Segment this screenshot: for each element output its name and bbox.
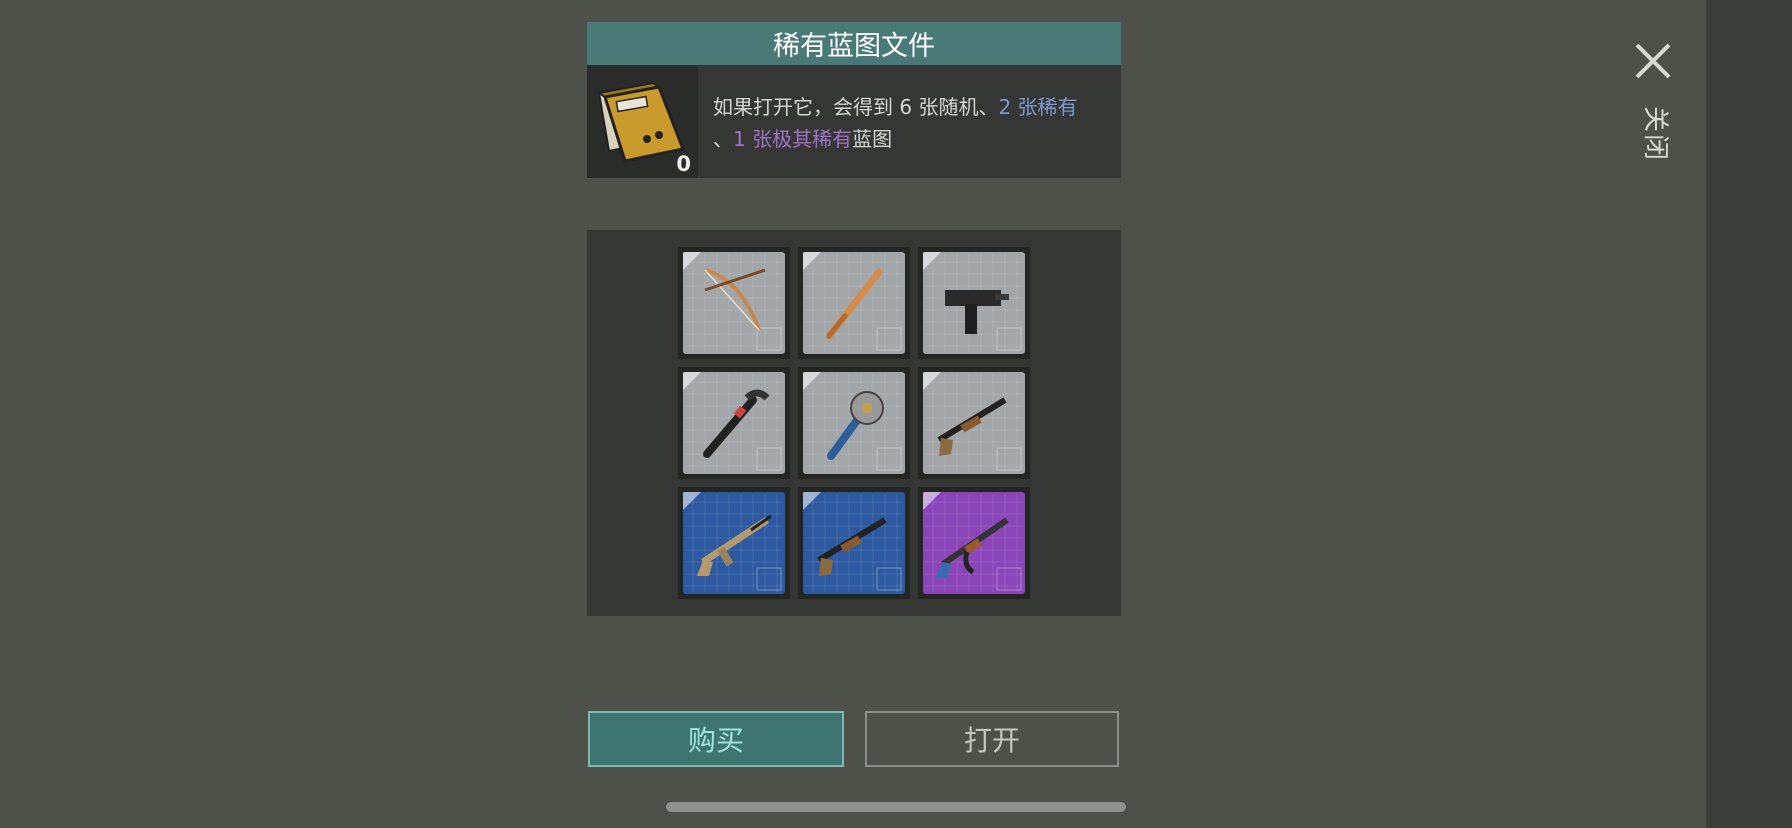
item-info-row: 0 如果打开它，会得到 6 张随机、2 张稀有、1 张极其稀有蓝图 (587, 65, 1121, 178)
item-count: 0 (676, 152, 691, 176)
blueprint-card[interactable] (798, 367, 910, 479)
desc-part2: 、 (713, 127, 733, 151)
blueprint-card[interactable] (918, 247, 1030, 359)
blueprint-card[interactable] (678, 367, 790, 479)
close-label: 关闭 (1640, 106, 1670, 163)
blueprint-card[interactable] (678, 247, 790, 359)
blueprint-folder-thumbnail: 0 (587, 65, 698, 178)
desc-part1: 如果打开它，会得到 6 张随机、 (713, 95, 999, 119)
ak-rifle-icon (923, 492, 1025, 594)
uzi-icon (923, 252, 1025, 354)
scrollbar[interactable] (666, 802, 1126, 812)
desc-part3: 蓝图 (852, 127, 893, 151)
blueprint-card[interactable] (678, 487, 790, 599)
blueprint-grid (678, 247, 1031, 602)
shotgun-icon (923, 372, 1025, 474)
dialog-title: 稀有蓝图文件 (587, 22, 1121, 65)
blueprint-card[interactable] (918, 367, 1030, 479)
assault-rifle-icon (683, 492, 785, 594)
baseball-bat-icon (803, 252, 905, 354)
close-icon (1635, 43, 1671, 79)
crowbar-icon (683, 372, 785, 474)
right-side-strip (1706, 0, 1792, 828)
blueprint-card[interactable] (798, 487, 910, 599)
bow-icon (683, 252, 785, 354)
desc-rare: 2 张稀有 (998, 95, 1078, 119)
open-button[interactable]: 打开 (865, 711, 1119, 767)
blueprint-card[interactable] (798, 247, 910, 359)
saw-mace-icon (803, 372, 905, 474)
buy-button[interactable]: 购买 (588, 711, 844, 767)
close-button[interactable]: 关闭 (1628, 32, 1684, 172)
item-description: 如果打开它，会得到 6 张随机、2 张稀有、1 张极其稀有蓝图 (713, 91, 1113, 155)
desc-epic: 1 张极其稀有 (733, 127, 853, 151)
blueprint-grid-panel (587, 230, 1121, 616)
blueprint-card[interactable] (918, 487, 1030, 599)
shotgun-icon (803, 492, 905, 594)
